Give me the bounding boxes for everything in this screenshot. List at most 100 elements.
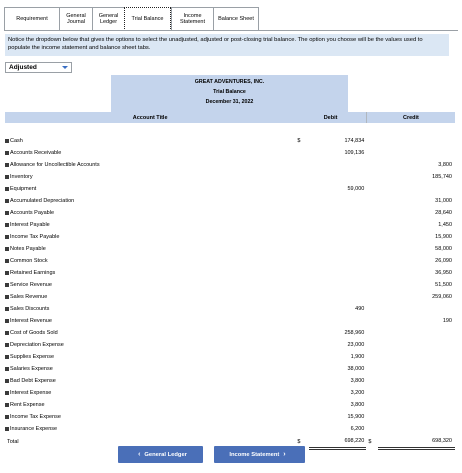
account-title-cell[interactable]: Interest Payable [5, 219, 295, 231]
debit-amount-cell[interactable] [309, 279, 366, 291]
account-title-cell[interactable]: Sales Discounts [5, 303, 295, 315]
account-title-cell[interactable]: Equipment [5, 183, 295, 195]
debit-amount-cell[interactable]: 1,900 [309, 351, 366, 363]
credit-amount-cell[interactable] [378, 327, 455, 339]
cell-marker-icon [5, 427, 9, 431]
tab-income-statement[interactable]: Income Statement [171, 7, 213, 31]
debit-amount-cell[interactable]: 3,800 [309, 399, 366, 411]
debit-amount-cell[interactable]: 258,960 [309, 327, 366, 339]
credit-amount-cell[interactable]: 190 [378, 315, 455, 327]
account-title-cell[interactable]: Inventory [5, 171, 295, 183]
debit-amount-cell[interactable]: 6,200 [309, 423, 366, 435]
credit-amount-cell[interactable] [378, 387, 455, 399]
account-title-cell[interactable]: Income Tax Expense [5, 411, 295, 423]
account-title-cell[interactable]: Accounts Receivable [5, 147, 295, 159]
credit-amount-cell[interactable] [378, 303, 455, 315]
debit-amount-cell[interactable]: 3,200 [309, 387, 366, 399]
account-title-cell[interactable]: Accumulated Depreciation [5, 195, 295, 207]
debit-amount-cell[interactable]: 15,900 [309, 411, 366, 423]
credit-amount-cell[interactable]: 185,740 [378, 171, 455, 183]
tab-general-ledger[interactable]: General Ledger [92, 7, 124, 31]
cell-marker-icon [5, 259, 9, 263]
credit-amount-cell[interactable] [378, 423, 455, 435]
account-title: Bad Debt Expense [10, 378, 56, 384]
account-title-cell[interactable]: Insurance Expense [5, 423, 295, 435]
account-title-cell[interactable]: Cash [5, 135, 295, 147]
account-title-cell[interactable]: Income Tax Payable [5, 231, 295, 243]
credit-amount-cell[interactable]: 31,000 [378, 195, 455, 207]
account-title-cell[interactable]: Common Stock [5, 255, 295, 267]
tab-general-journal[interactable]: General Journal [59, 7, 92, 31]
tab-balance-sheet[interactable]: Balance Sheet [213, 7, 259, 31]
account-title-cell[interactable]: Allowance for Uncollectible Accounts [5, 159, 295, 171]
tab-requirement[interactable]: Requirement [4, 7, 59, 31]
cell-marker-icon [5, 235, 9, 239]
debit-amount-cell[interactable]: 3,800 [309, 375, 366, 387]
debit-amount-cell[interactable] [309, 195, 366, 207]
debit-amount-cell[interactable]: 490 [309, 303, 366, 315]
debit-amount-cell[interactable] [309, 243, 366, 255]
account-title-cell[interactable]: Cost of Goods Sold [5, 327, 295, 339]
credit-amount-cell[interactable]: 15,900 [378, 231, 455, 243]
account-title-cell[interactable]: Interest Revenue [5, 315, 295, 327]
credit-amount-cell[interactable]: 28,640 [378, 207, 455, 219]
debit-amount-cell[interactable]: 109,136 [309, 147, 366, 159]
credit-amount-cell[interactable]: 3,800 [378, 159, 455, 171]
cell-marker-icon [5, 403, 9, 407]
tab-trial-balance[interactable]: Trial Balance [124, 7, 171, 31]
credit-amount-cell[interactable]: 51,500 [378, 279, 455, 291]
account-title-cell[interactable]: Depreciation Expense [5, 339, 295, 351]
prev-general-ledger-button[interactable]: ‹ General Ledger [118, 446, 203, 463]
account-title-cell[interactable]: Accounts Payable [5, 207, 295, 219]
credit-amount-cell[interactable] [378, 147, 455, 159]
account-title-cell[interactable]: Retained Earnings [5, 267, 295, 279]
credit-amount-cell[interactable]: 26,090 [378, 255, 455, 267]
next-income-statement-button[interactable]: Income Statement › [214, 446, 305, 463]
dropdown-selected-value: Adjusted [9, 64, 37, 71]
debit-amount-cell[interactable] [309, 159, 366, 171]
account-title-cell[interactable]: Service Revenue [5, 279, 295, 291]
credit-amount-cell[interactable]: 58,000 [378, 243, 455, 255]
credit-amount-cell[interactable] [378, 183, 455, 195]
account-title-cell[interactable]: Salaries Expense [5, 363, 295, 375]
debit-amount-cell[interactable] [309, 267, 366, 279]
debit-currency-sign [295, 423, 309, 435]
debit-amount-cell[interactable] [309, 231, 366, 243]
debit-amount-cell[interactable] [309, 315, 366, 327]
trial-balance-type-dropdown[interactable]: Adjusted [5, 62, 72, 73]
credit-amount-cell[interactable] [378, 363, 455, 375]
account-title-cell[interactable]: Sales Revenue [5, 291, 295, 303]
credit-amount-cell[interactable] [378, 135, 455, 147]
account-title-cell[interactable]: Notes Payable [5, 243, 295, 255]
debit-amount-cell[interactable] [309, 291, 366, 303]
debit-amount-cell[interactable] [309, 219, 366, 231]
debit-currency-sign [295, 279, 309, 291]
chevron-left-icon: ‹ [138, 451, 141, 458]
account-title-cell[interactable]: Interest Expense [5, 387, 295, 399]
table-row: Insurance Expense 6,200 [5, 423, 455, 435]
credit-amount-cell[interactable]: 259,060 [378, 291, 455, 303]
credit-amount-cell[interactable] [378, 339, 455, 351]
credit-amount-cell[interactable]: 1,450 [378, 219, 455, 231]
account-title-cell[interactable]: Rent Expense [5, 399, 295, 411]
table-row: Equipment 59,000 [5, 183, 455, 195]
credit-currency-sign [366, 279, 378, 291]
table-row: Supplies Expense 1,900 [5, 351, 455, 363]
debit-amount-cell[interactable]: 23,000 [309, 339, 366, 351]
debit-currency-sign [295, 147, 309, 159]
credit-amount-cell[interactable] [378, 399, 455, 411]
credit-amount-cell[interactable] [378, 411, 455, 423]
credit-amount-cell[interactable] [378, 351, 455, 363]
account-title-cell[interactable]: Bad Debt Expense [5, 375, 295, 387]
cell-marker-icon [5, 355, 9, 359]
debit-amount-cell[interactable] [309, 207, 366, 219]
credit-amount-cell[interactable] [378, 375, 455, 387]
table-row: Service Revenue 51,500 [5, 279, 455, 291]
debit-amount-cell[interactable] [309, 255, 366, 267]
debit-amount-cell[interactable]: 174,834 [309, 135, 366, 147]
credit-amount-cell[interactable]: 36,950 [378, 267, 455, 279]
debit-amount-cell[interactable] [309, 171, 366, 183]
account-title-cell[interactable]: Supplies Expense [5, 351, 295, 363]
debit-amount-cell[interactable]: 59,000 [309, 183, 366, 195]
debit-amount-cell[interactable]: 38,000 [309, 363, 366, 375]
